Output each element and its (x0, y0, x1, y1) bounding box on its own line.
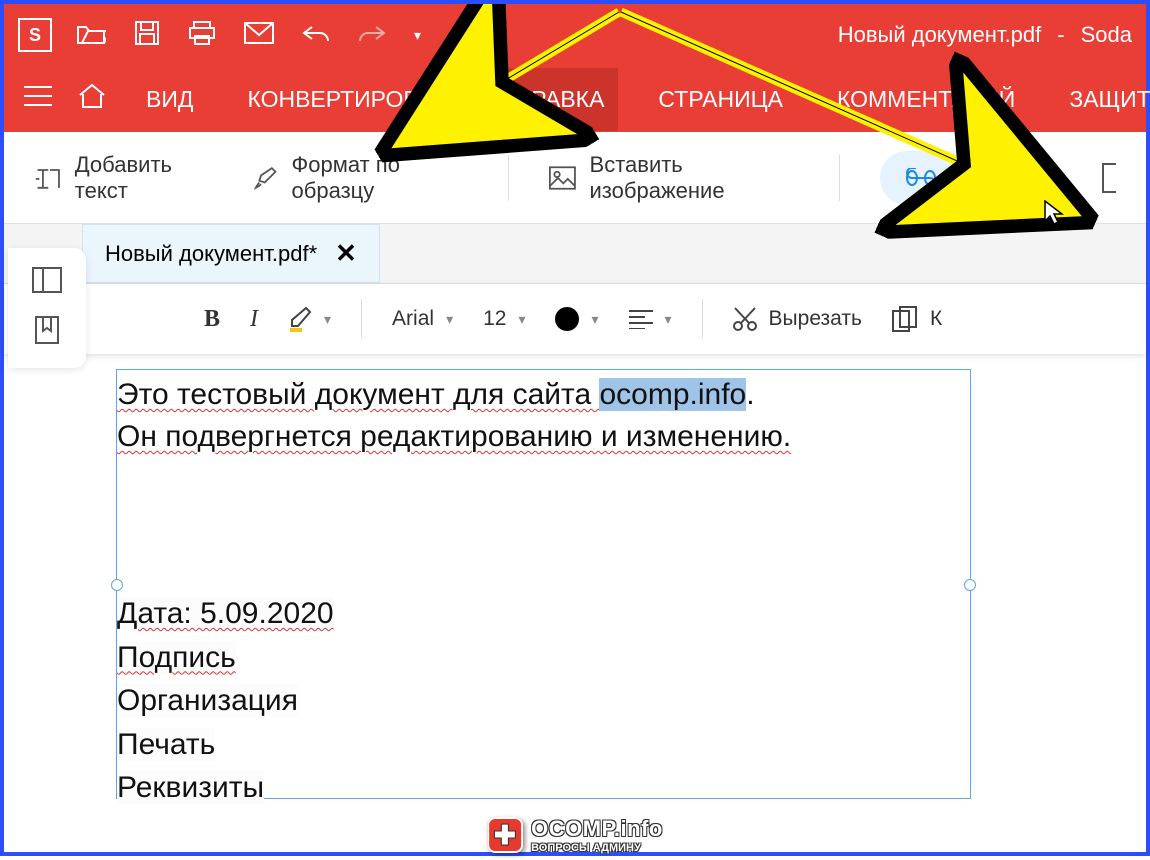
partial-icon (1102, 163, 1116, 193)
app-badge: S (18, 18, 52, 52)
text-cursor-icon (34, 165, 61, 191)
mail-icon[interactable] (244, 22, 274, 49)
align-left-icon (629, 309, 653, 329)
document-viewport[interactable]: Это тестовый документ для сайта ocomp.in… (86, 294, 1142, 848)
close-tab-icon[interactable]: ✕ (335, 238, 357, 269)
bold-button[interactable]: B (204, 306, 220, 333)
image-icon (549, 165, 576, 191)
separator (839, 155, 840, 201)
title-bar: S ▾ Новый документ.pdf - Soda (4, 4, 1146, 66)
selected-text: ocomp.info (599, 378, 746, 411)
link-button[interactable]: Ссылка (880, 151, 1054, 205)
menu-protect[interactable]: ЗАЩИТА (1055, 68, 1150, 131)
highlight-button[interactable]: ▾ (288, 306, 331, 332)
document-title: Новый документ.pdf (838, 22, 1042, 48)
main-menu: ВИД КОНВЕРТИРОВАТЬ ПРАВКА СТРАНИЦА КОММЕ… (4, 66, 1146, 132)
paragraph-1[interactable]: Это тестовый документ для сайта ocomp.in… (117, 370, 970, 458)
chevron-down-icon: ▾ (518, 311, 525, 328)
link-icon (906, 168, 936, 188)
scissors-icon (733, 306, 757, 332)
menu-comment[interactable]: КОММЕНТАРИЙ (823, 68, 1029, 131)
color-swatch (555, 307, 579, 331)
home-icon[interactable] (78, 83, 106, 115)
hamburger-icon[interactable] (24, 85, 52, 113)
panels-icon[interactable] (32, 267, 62, 298)
menu-edit[interactable]: ПРАВКА (501, 68, 619, 131)
brush-icon (254, 165, 277, 191)
app-name: Soda (1081, 22, 1132, 48)
copy-icon (892, 306, 918, 332)
font-family-select[interactable]: Arial ▾ (392, 307, 453, 331)
font-size-select[interactable]: 12 ▾ (483, 307, 525, 331)
menu-view[interactable]: ВИД (132, 68, 207, 131)
open-icon[interactable] (76, 21, 106, 50)
title-text: Новый документ.pdf - Soda (838, 22, 1132, 48)
qat-dropdown-icon[interactable]: ▾ (414, 27, 421, 44)
menu-page[interactable]: СТРАНИЦА (644, 68, 797, 131)
add-text-button[interactable]: Добавить текст (34, 152, 214, 204)
format-toolbar: B I ▾ Arial ▾ 12 ▾ ▾ ▾ Вырезать К (4, 284, 1146, 354)
redo-icon[interactable] (358, 23, 386, 48)
document-page: Это тестовый документ для сайта ocomp.in… (96, 354, 1142, 848)
document-tab[interactable]: Новый документ.pdf* ✕ (82, 224, 380, 283)
undo-icon[interactable] (302, 23, 330, 48)
side-panel-rail (8, 248, 86, 368)
format-painter-button[interactable]: Формат по образцу (254, 152, 468, 204)
menu-convert[interactable]: КОНВЕРТИРОВАТЬ (233, 68, 474, 131)
chevron-down-icon: ▾ (324, 311, 331, 328)
align-button[interactable]: ▾ (629, 309, 672, 329)
watermark-logo: ✚ OCOMP.info ВОПРОСЫ АДМИНУ (487, 816, 663, 854)
plus-icon: ✚ (487, 817, 523, 853)
more-button[interactable] (1102, 163, 1116, 193)
copy-button[interactable]: К (892, 306, 942, 332)
chevron-down-icon: ▾ (665, 311, 672, 328)
paragraph-2[interactable]: Дата: 5.09.2020 Подпись Организация Печа… (117, 588, 970, 810)
quick-access-toolbar: ▾ (76, 20, 421, 51)
save-icon[interactable] (134, 20, 160, 51)
ribbon-toolbar: Добавить текст Формат по образцу Вставит… (4, 132, 1146, 224)
bookmark-icon[interactable] (35, 316, 59, 349)
font-color-button[interactable]: ▾ (555, 307, 598, 331)
marker-icon (288, 306, 312, 332)
print-icon[interactable] (188, 20, 216, 51)
cut-button[interactable]: Вырезать (733, 306, 862, 332)
document-tab-bar: Новый документ.pdf* ✕ (4, 224, 1146, 284)
tab-label: Новый документ.pdf* (105, 241, 317, 267)
chevron-down-icon: ▾ (591, 311, 598, 328)
insert-image-button[interactable]: Вставить изображение (549, 152, 800, 204)
text-frame[interactable]: Это тестовый документ для сайта ocomp.in… (116, 369, 971, 799)
italic-button[interactable]: I (250, 306, 258, 333)
chevron-down-icon: ▾ (446, 311, 453, 328)
separator (508, 155, 509, 201)
